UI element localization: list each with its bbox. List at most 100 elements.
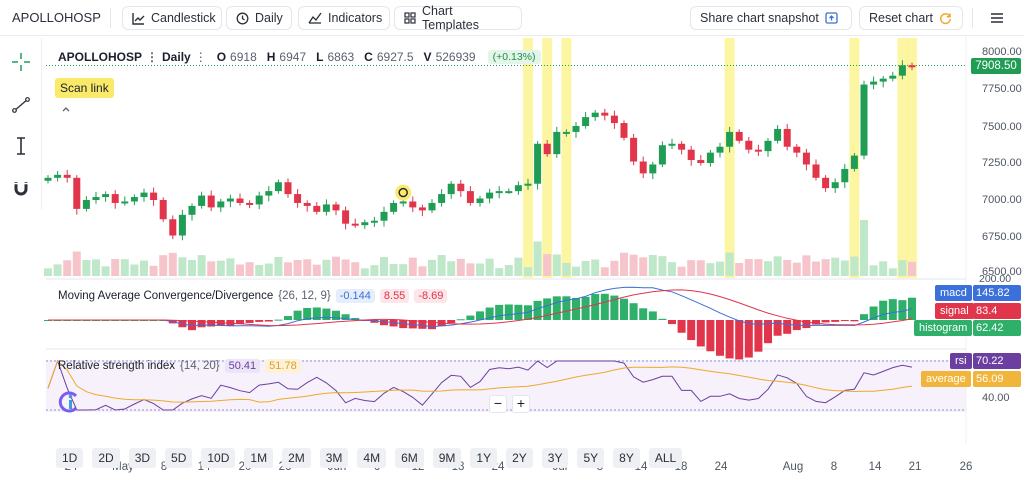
volume-bar — [168, 252, 177, 276]
range-2d-button[interactable]: 2D — [92, 448, 120, 468]
high-value: 6947 — [279, 50, 307, 64]
collapse-caret-icon[interactable] — [62, 102, 70, 112]
candle-body — [774, 128, 782, 141]
hamburger-menu-icon[interactable] — [990, 11, 1004, 25]
zoom-in-button[interactable]: + — [512, 395, 530, 413]
candle-body — [150, 192, 158, 200]
range-4m-button[interactable]: 4M — [357, 448, 387, 468]
macd-histogram-bar — [274, 319, 283, 321]
macd-histogram-bar — [600, 293, 609, 320]
range-10d-button[interactable]: 10D — [201, 448, 236, 468]
more-dots-icon[interactable]: ⋮ — [146, 50, 158, 64]
volume-bar — [677, 266, 686, 276]
range-8y-button[interactable]: 8Y — [613, 448, 640, 468]
histogram-legend-tag: histogram — [914, 320, 973, 336]
range-5d-button[interactable]: 5D — [165, 448, 193, 468]
volume-bar — [159, 255, 168, 276]
volume-bar — [351, 262, 360, 276]
candle-body — [130, 197, 138, 202]
rsi-value-chip: 50.41 — [224, 359, 261, 373]
range-2y-button[interactable]: 2Y — [506, 448, 533, 468]
volume-bar — [408, 257, 417, 276]
legend-interval: Daily — [162, 50, 191, 64]
macd-params: {26, 12, 9} — [278, 290, 331, 302]
x-axis-label: 14 — [868, 461, 882, 473]
open-value: 6918 — [230, 50, 257, 64]
candle-body — [793, 146, 801, 153]
volume-bar — [524, 267, 532, 276]
volume-bar — [908, 261, 916, 276]
macd-histogram-bar — [773, 320, 782, 336]
range-all-button[interactable]: ALL — [648, 448, 683, 468]
volume-bar — [341, 259, 350, 276]
volume-bar — [82, 260, 91, 276]
range-1d-button[interactable]: 1D — [56, 448, 84, 468]
candle-body — [111, 194, 119, 203]
indicators-label: Indicators — [328, 11, 383, 25]
rsi-average-chip: 51.78 — [265, 359, 301, 373]
volume-bar — [783, 260, 792, 276]
macd-histogram-bar — [716, 320, 724, 356]
candle-body — [476, 198, 484, 203]
range-3m-button[interactable]: 3M — [319, 448, 349, 468]
candle-body — [73, 177, 81, 209]
price-axis-label: 6750.00 — [982, 231, 1022, 243]
volume-bar — [447, 261, 456, 276]
volume-bar — [140, 260, 148, 276]
share-snapshot-button[interactable]: Share chart snapshot — [690, 6, 852, 30]
range-2m-button[interactable]: 2M — [282, 448, 311, 468]
rsi-params: {14, 20} — [179, 360, 220, 372]
candle-body — [514, 185, 522, 192]
volume-key: V — [423, 50, 432, 64]
chart-type-label: Candlestick — [151, 11, 216, 25]
range-3y-button[interactable]: 3Y — [541, 448, 569, 468]
range-9m-button[interactable]: 9M — [432, 448, 462, 468]
indicators-button[interactable]: Indicators — [298, 6, 390, 30]
chart-templates-button[interactable]: Chart Templates — [394, 4, 522, 32]
symbol-selector[interactable]: APOLLOHOSP — [12, 10, 101, 25]
candle-body — [639, 161, 647, 174]
candle-body — [524, 183, 532, 186]
candle-body — [370, 220, 378, 223]
macd-histogram-bar — [264, 320, 273, 322]
range-1y-button[interactable]: 1Y — [470, 448, 498, 468]
scan-link-button[interactable]: Scan link — [55, 78, 114, 98]
volume-bar — [792, 262, 801, 276]
candle-body — [246, 202, 254, 205]
macd-histogram-bar — [428, 320, 436, 330]
scan-highlight-column — [724, 38, 735, 278]
volume-bar — [879, 261, 888, 276]
chart-canvas[interactable] — [0, 36, 1024, 444]
chart-area[interactable]: APOLLOHOSP ⋮ Daily ⋮ O 6918 H 6947 L 6863 C… — [0, 36, 1024, 473]
volume-bar — [552, 254, 561, 276]
candle-body — [668, 143, 676, 146]
candle-body — [63, 174, 71, 178]
volume-value: 526939 — [435, 50, 476, 64]
range-5y-button[interactable]: 5Y — [577, 448, 605, 468]
range-1m-button[interactable]: 1M — [244, 448, 274, 468]
range-3d-button[interactable]: 3D — [128, 448, 157, 468]
candle-body — [620, 123, 628, 138]
interval-button[interactable]: Daily — [226, 6, 292, 30]
zoom-out-button[interactable]: − — [489, 395, 507, 413]
scan-highlight-column — [561, 38, 572, 278]
macd-histogram-bar — [543, 298, 552, 320]
candle-body — [418, 207, 426, 211]
volume-bar — [255, 265, 264, 276]
candle-body — [486, 192, 494, 199]
volume-bar — [812, 261, 820, 276]
volume-bar — [581, 261, 590, 276]
open-key: O — [216, 50, 227, 64]
candle-body — [332, 204, 340, 211]
range-6m-button[interactable]: 6M — [395, 448, 424, 468]
candle-body — [870, 81, 878, 85]
macd-signal-chip: 8.55 — [379, 289, 410, 303]
chart-type-button[interactable]: Candlestick — [122, 6, 222, 30]
volume-bar — [322, 259, 331, 276]
candle-body — [841, 168, 849, 183]
macd-histogram-bar — [687, 320, 696, 341]
volume-bar — [725, 252, 734, 276]
volume-bar — [264, 263, 273, 276]
reset-chart-button[interactable]: Reset chart — [859, 6, 963, 30]
macd-histogram-bar — [284, 316, 292, 320]
